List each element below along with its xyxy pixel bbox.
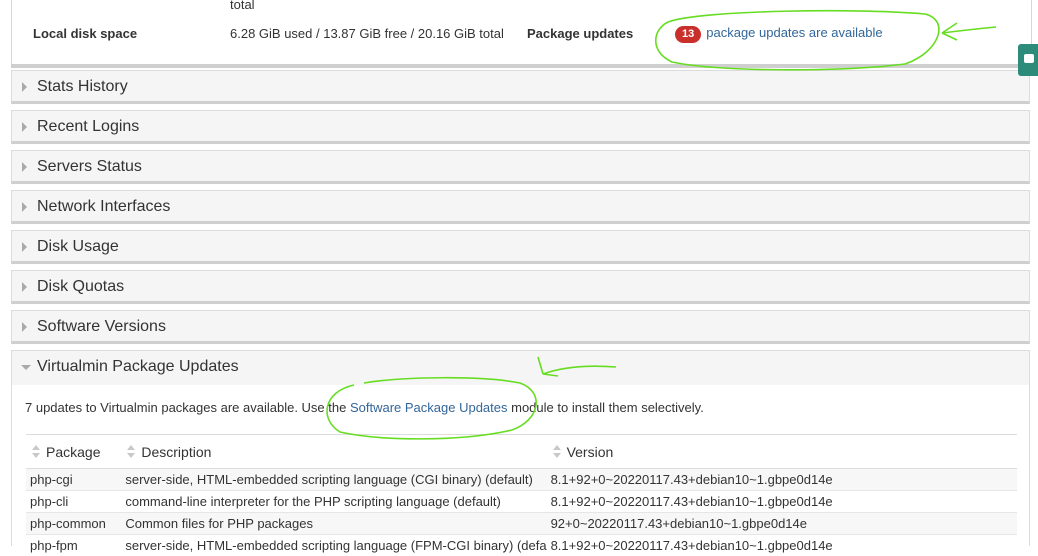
- cell-package: php-fpm: [26, 535, 121, 556]
- section-network-interfaces[interactable]: Network Interfaces: [11, 190, 1030, 224]
- caret-right-icon: [22, 282, 27, 292]
- section-title: Disk Quotas: [37, 278, 124, 296]
- sort-icon: [553, 445, 561, 459]
- table-row: php-fpm server-side, HTML-embedded scrip…: [26, 535, 1017, 556]
- package-updates-link[interactable]: package updates are available: [706, 25, 882, 40]
- package-updates-value: 13 package updates are available: [675, 25, 883, 43]
- cell-description: server-side, HTML-embedded scripting lan…: [121, 535, 546, 556]
- section-title: Stats History: [37, 78, 128, 96]
- panel-divider: [11, 64, 1032, 68]
- table-row: php-cli command-line interpreter for the…: [26, 491, 1017, 513]
- system-info-panel: total Local disk space 6.28 GiB used / 1…: [11, 0, 1032, 64]
- cell-version: 8.1+92+0~20220117.43+debian10~1.gbpe0d14…: [547, 535, 1017, 556]
- notice-text-after: module to install them selectively.: [508, 400, 704, 415]
- section-title: Servers Status: [37, 158, 142, 176]
- disk-space-value: 6.28 GiB used / 13.87 GiB free / 20.16 G…: [230, 26, 504, 41]
- cell-description: server-side, HTML-embedded scripting lan…: [121, 469, 546, 491]
- notice-text-before: 7 updates to Virtualmin packages are ava…: [25, 400, 350, 415]
- caret-right-icon: [22, 322, 27, 332]
- sort-icon: [127, 445, 135, 459]
- chat-bubble-icon: [1024, 54, 1034, 63]
- section-title: Software Versions: [37, 318, 166, 336]
- software-package-updates-link[interactable]: Software Package Updates: [350, 400, 508, 415]
- caret-down-icon: [21, 365, 31, 370]
- section-servers-status[interactable]: Servers Status: [11, 150, 1030, 184]
- chat-tab-button[interactable]: [1018, 44, 1038, 76]
- section-disk-usage[interactable]: Disk Usage: [11, 230, 1030, 264]
- section-software-versions[interactable]: Software Versions: [11, 310, 1030, 344]
- disk-space-label: Local disk space: [33, 26, 137, 41]
- column-header-package[interactable]: Package: [26, 435, 121, 469]
- caret-right-icon: [22, 122, 27, 132]
- cell-package: php-cli: [26, 491, 121, 513]
- section-title: Recent Logins: [37, 118, 139, 136]
- column-header-version[interactable]: Version: [547, 435, 1017, 469]
- cell-version: 92+0~20220117.43+debian10~1.gbpe0d14e: [547, 513, 1017, 535]
- section-header[interactable]: Virtualmin Package Updates: [12, 351, 1029, 385]
- updates-notice: 7 updates to Virtualmin packages are ava…: [25, 400, 704, 415]
- package-updates-table: Package Description Version php-cgi serv…: [26, 434, 1017, 556]
- caret-right-icon: [22, 202, 27, 212]
- section-recent-logins[interactable]: Recent Logins: [11, 110, 1030, 144]
- table-row: php-cgi server-side, HTML-embedded scrip…: [26, 469, 1017, 491]
- table-header-row: Package Description Version: [26, 435, 1017, 469]
- cell-description: Common files for PHP packages: [121, 513, 546, 535]
- cell-package: php-cgi: [26, 469, 121, 491]
- cutoff-text: total: [230, 0, 255, 12]
- caret-right-icon: [22, 82, 27, 92]
- cell-version: 8.1+92+0~20220117.43+debian10~1.gbpe0d14…: [547, 469, 1017, 491]
- cell-package: php-common: [26, 513, 121, 535]
- section-title: Virtualmin Package Updates: [37, 358, 239, 376]
- section-stats-history[interactable]: Stats History: [11, 70, 1030, 104]
- caret-right-icon: [22, 162, 27, 172]
- updates-count-badge: 13: [675, 26, 701, 43]
- section-title: Network Interfaces: [37, 198, 170, 216]
- section-disk-quotas[interactable]: Disk Quotas: [11, 270, 1030, 304]
- column-header-description[interactable]: Description: [121, 435, 546, 469]
- section-title: Disk Usage: [37, 238, 119, 256]
- sort-icon: [32, 445, 40, 459]
- cell-version: 8.1+92+0~20220117.43+debian10~1.gbpe0d14…: [547, 491, 1017, 513]
- caret-right-icon: [22, 242, 27, 252]
- package-updates-label: Package updates: [527, 26, 633, 41]
- section-virtualmin-package-updates: Virtualmin Package Updates 7 updates to …: [11, 350, 1030, 546]
- cell-description: command-line interpreter for the PHP scr…: [121, 491, 546, 513]
- table-row: php-common Common files for PHP packages…: [26, 513, 1017, 535]
